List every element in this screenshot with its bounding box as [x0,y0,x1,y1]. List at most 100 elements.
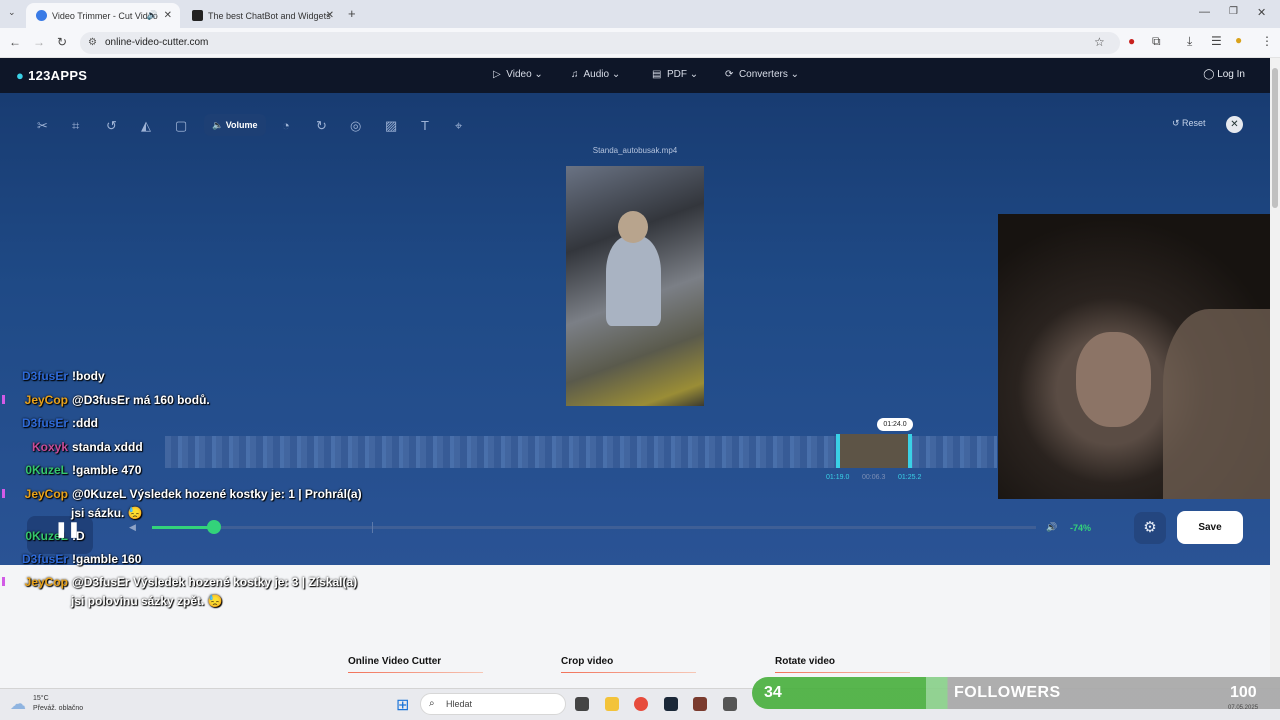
steam-icon[interactable] [664,697,678,711]
extension-icon[interactable]: ● [1128,34,1135,48]
nav-pdf[interactable]: ▤ PDF ⌄ [652,69,698,80]
chrome-icon[interactable] [634,697,648,711]
chat-message: 0KuzeL !gamble 470 [25,463,142,477]
weather-cloud-icon[interactable]: ☁ [10,694,26,714]
resize-icon[interactable]: ▢ [175,118,187,134]
footer-link-online-video-cutter[interactable]: Online Video Cutter [348,656,441,667]
webcam-overlay [998,214,1280,499]
bookmark-star-icon[interactable]: ☆ [1094,35,1105,49]
volume-fill [152,526,214,529]
volume-percent: -74% [1070,523,1092,533]
followers-count: 34 [764,684,782,701]
selected-clip[interactable] [836,434,912,468]
clock-date: 07.05.2025 [1228,705,1259,711]
minimize-icon[interactable]: — [1199,6,1210,18]
clip-end-time: 01:25.2 [898,474,922,481]
footer-link-crop-video[interactable]: Crop video [561,656,613,667]
task-view-icon[interactable] [575,697,589,711]
file-explorer-icon[interactable] [605,697,619,711]
rotate-icon[interactable]: ↺ [106,118,117,134]
tab-favicon-icon [36,10,47,21]
site-info-icon[interactable]: ⚙ [88,32,97,54]
tab-label: The best ChatBot and Widgets [208,10,331,21]
save-button[interactable]: Save [1177,511,1243,544]
nav-converters[interactable]: ⟳ Converters ⌄ [725,69,799,80]
search-icon: ⌕ [429,698,435,709]
nav-audio[interactable]: ♫ Audio ⌄ [571,69,620,80]
forward-icon[interactable]: → [33,35,45,49]
text-icon[interactable]: T [421,118,429,133]
volume-thumb[interactable] [206,520,221,534]
logo-icon: ● [16,68,25,83]
nav-video[interactable]: ▷ Video ⌄ [493,69,543,80]
video-person-figure [606,236,661,326]
speed-icon[interactable]: ◔ [282,118,290,133]
stabilize-icon[interactable]: ◎ [350,118,361,134]
webcam-face [1076,332,1151,427]
reset-button[interactable]: ↺ Reset [1172,118,1206,129]
url-text: online-video-cutter.com [105,37,209,48]
reading-list-icon[interactable]: ☰ [1211,34,1222,48]
loop-icon[interactable]: ↻ [316,118,327,134]
chat-message: D3fusEr !gamble 160 [21,552,142,566]
video-preview[interactable] [566,166,704,406]
reload-icon[interactable]: ↻ [57,35,67,49]
settings-gear-button[interactable]: ⚙ [1134,512,1166,544]
close-tab-icon[interactable]: ✕ [326,10,334,21]
login-link[interactable]: ◯ Log In [1203,69,1245,80]
weather-widget[interactable]: 15°C Převáž. oblačno [33,694,83,714]
profile-avatar[interactable]: ● [1235,33,1242,47]
chat-message: Koxyk standa xddd [31,440,143,454]
close-editor-button[interactable]: ✕ [1226,116,1243,133]
flip-icon[interactable]: ◭ [141,118,151,134]
puzzle-icon[interactable]: ⧉ [1152,34,1161,49]
download-icon[interactable]: ⤓ [1187,34,1192,49]
footer-underline [775,672,910,673]
address-bar-row: ← → ↻ ⚙ online-video-cutter.com ☆ ● ⧉ ⤓ … [0,28,1280,58]
crop-icon[interactable]: ⌗ [72,118,79,134]
url-field[interactable]: ⚙ online-video-cutter.com [80,32,1120,54]
followers-goal: 100 [1230,684,1257,701]
browser-tab-bar: ⌄ Video Trimmer - Cut Video 🔊 ✕ The best… [0,0,1280,28]
timeline-tooltip: 01:24.0 [877,418,913,431]
speaker-icon[interactable]: 🔊 [147,10,158,21]
menu-icon[interactable]: ⋮ [1261,34,1273,48]
close-tab-icon[interactable]: ✕ [164,10,172,21]
scissors-icon[interactable]: ✂ [37,118,48,134]
scrollbar-thumb[interactable] [1272,68,1278,208]
footer-link-rotate-video[interactable]: Rotate video [775,656,835,667]
footer-underline [561,672,696,673]
app-icon[interactable] [693,697,707,711]
back-icon[interactable]: ← [9,35,21,49]
taskbar-search[interactable]: ⌕ Hledat [420,693,566,715]
volume-high-icon: 🔊 [1046,522,1058,532]
volume-slider[interactable] [152,520,1036,534]
tab-favicon-icon [192,10,203,21]
tab-label: Video Trimmer - Cut Video [52,10,158,21]
clip-length: 00:06.3 [862,474,886,481]
app-icon[interactable] [723,697,737,711]
volume-tool-button[interactable]: 🔈 Volume [204,114,266,136]
new-tab-icon[interactable]: + [348,6,356,21]
page-scrollbar[interactable] [1270,58,1280,688]
volume-low-icon: ◀ [129,522,136,532]
clip-start-time: 01:19.0 [826,474,850,481]
tab-chatbot[interactable]: The best ChatBot and Widgets ✕ [182,3,342,28]
chat-message: JeyCop @0KuzeL Výsledek hozené kostky je:… [24,487,362,501]
window-close-icon[interactable]: ✕ [1257,6,1266,19]
chat-message-continued: jsi sázku. 😓 [71,506,143,520]
restore-icon[interactable]: ❐ [1229,6,1238,17]
volume-default-tick [372,522,373,533]
tab-video-trimmer[interactable]: Video Trimmer - Cut Video 🔊 ✕ [26,3,180,28]
site-logo[interactable]: ● 123APPS [16,68,87,83]
image-icon[interactable]: ▨ [385,118,397,134]
webcam-arm [1163,309,1278,499]
pause-icon[interactable]: ❚❚ [55,520,80,538]
chat-message: JeyCop @D3fusEr má 160 bodů. [24,393,210,407]
chat-badge [2,395,5,404]
footer-underline [348,672,483,673]
tab-list-icon[interactable]: ⌄ [8,7,16,18]
windows-start-icon[interactable]: ⊞ [396,695,409,715]
watermark-icon[interactable]: ⌖ [455,118,462,134]
site-header: ● 123APPS ▷ Video ⌄ ♫ Audio ⌄ ▤ PDF ⌄ ⟳ … [0,58,1270,93]
